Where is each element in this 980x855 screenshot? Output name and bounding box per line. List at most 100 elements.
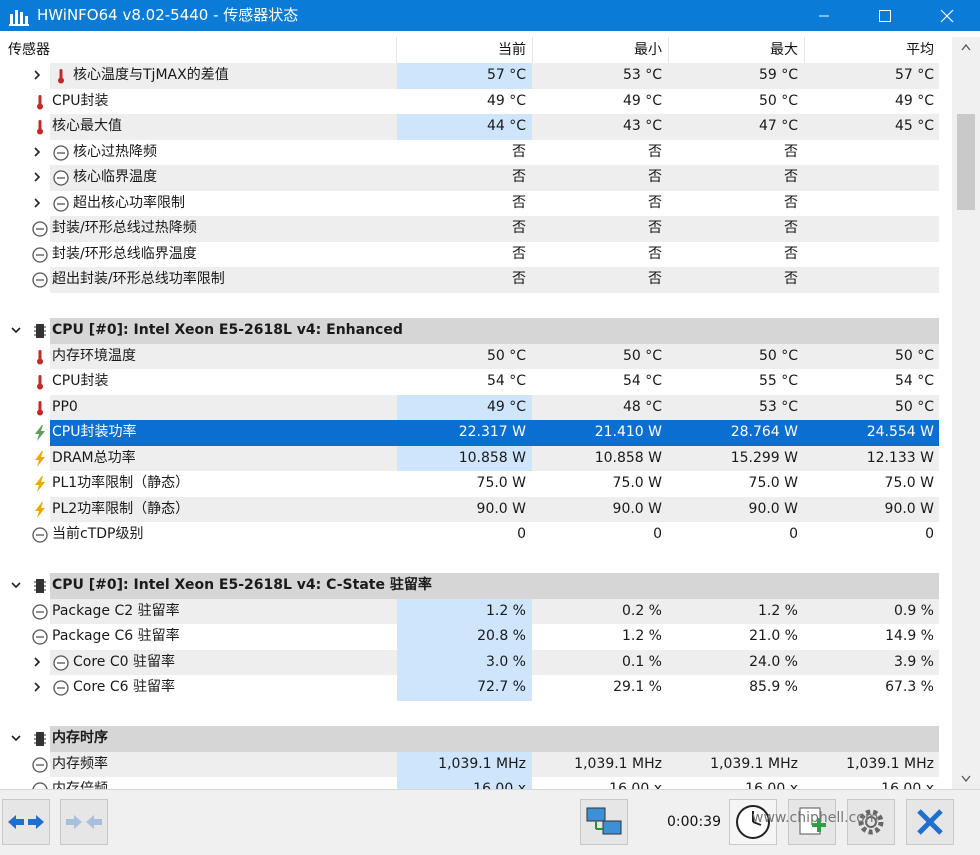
value-min: 1,039.1 MHz xyxy=(574,755,662,772)
value-current: 否 xyxy=(512,220,526,236)
value-current: 50 °C xyxy=(486,347,526,364)
chevron-right-icon[interactable] xyxy=(31,681,43,693)
value-current: 0 xyxy=(517,526,526,542)
value-avg: 0 xyxy=(925,526,934,542)
value-max: 55 °C xyxy=(758,373,798,389)
minimize-button[interactable] xyxy=(801,0,847,31)
row-background xyxy=(50,726,939,752)
chevron-down-icon[interactable] xyxy=(10,579,22,591)
network-button[interactable] xyxy=(580,799,628,845)
move-columns-button[interactable] xyxy=(60,799,108,845)
value-max: 否 xyxy=(784,143,798,160)
sensor-row[interactable]: Package C2 驻留率 1.2 % 0.2 % 1.2 % 0.9 % xyxy=(0,598,952,624)
sensor-group-row[interactable]: CPU [#0]: Intel Xeon E5-2618L v4: C-Stat… xyxy=(0,573,952,599)
value-max: 否 xyxy=(784,271,798,287)
close-sensors-button[interactable] xyxy=(906,799,954,845)
value-min: 否 xyxy=(648,194,662,211)
thermometer-icon xyxy=(31,348,49,366)
value-avg: 24.554 W xyxy=(866,424,934,440)
chevron-right-icon[interactable] xyxy=(31,656,43,668)
sensor-row[interactable]: PP0 49 °C 48 °C 53 °C 50 °C xyxy=(0,394,952,420)
sensor-label: 内存倍频 xyxy=(52,781,108,789)
value-current: 否 xyxy=(512,271,526,287)
sensor-row[interactable]: 内存频率 1,039.1 MHz 1,039.1 MHz 1,039.1 MHz 1,0… xyxy=(0,751,952,777)
chevron-down-icon[interactable] xyxy=(10,732,22,744)
value-current: 75.0 W xyxy=(476,475,526,491)
sensor-label: 核心过热降频 xyxy=(73,143,157,160)
value-avg: 45 °C xyxy=(894,118,934,134)
value-avg xyxy=(805,267,940,293)
close-button[interactable] xyxy=(924,0,970,31)
sensor-row[interactable]: 核心临界温度 否 否 否 xyxy=(0,165,952,191)
value-min: 0 xyxy=(653,526,662,542)
value-current: 否 xyxy=(512,245,526,262)
value-max: 1.2 % xyxy=(757,602,798,619)
sensor-row[interactable]: 内存倍频 16.00 x 16.00 x 16.00 x 16.00 x xyxy=(0,777,952,789)
chevron-right-icon[interactable] xyxy=(31,171,43,183)
value-current: 否 xyxy=(512,194,526,211)
value-min: 否 xyxy=(648,169,662,185)
sensor-row[interactable]: 封装/环形总线临界温度 否 否 否 xyxy=(0,242,952,268)
sensor-row[interactable]: Package C6 驻留率 20.8 % 1.2 % 21.0 % 14.9 % xyxy=(0,624,952,650)
sensor-row[interactable]: PL2功率限制（静态） 90.0 W 90.0 W 90.0 W 90.0 W xyxy=(0,496,952,522)
column-header-avg[interactable]: 平均 xyxy=(805,37,940,63)
chevron-right-icon[interactable] xyxy=(31,197,43,209)
value-avg: 67.3 % xyxy=(885,679,934,695)
chip-icon xyxy=(34,579,46,593)
collapse-expand-button[interactable] xyxy=(2,799,50,845)
scroll-up-icon[interactable] xyxy=(961,43,971,51)
hwinfo-sensor-window: HWiNFO64 v8.02-5440 - 传感器状态 传感器 当前 最小 最大… xyxy=(0,0,980,855)
column-header-sensor[interactable]: 传感器 xyxy=(0,37,396,63)
sensor-row[interactable]: 当前cTDP级别 0 0 0 0 xyxy=(0,522,952,548)
value-avg: 54 °C xyxy=(894,373,934,389)
sensor-row[interactable]: 超出封装/环形总线功率限制 否 否 否 xyxy=(0,267,952,293)
sensor-row[interactable]: CPU封装 54 °C 54 °C 55 °C 54 °C xyxy=(0,369,952,395)
right-left-arrows-icon xyxy=(66,815,102,829)
sensor-row[interactable]: 内存环境温度 50 °C 50 °C 50 °C 50 °C xyxy=(0,343,952,369)
sensor-row[interactable]: DRAM总功率 10.858 W 10.858 W 15.299 W 12.133 W xyxy=(0,445,952,471)
clock-icon xyxy=(52,195,70,213)
maximize-button[interactable] xyxy=(862,0,908,31)
chevron-right-icon[interactable] xyxy=(31,69,43,81)
group-label: CPU [#0]: Intel Xeon E5-2618L v4: C-Stat… xyxy=(52,577,432,593)
value-min: 否 xyxy=(648,271,662,287)
value-max: 47 °C xyxy=(758,118,798,134)
group-label: 内存时序 xyxy=(52,730,108,746)
chevron-down-icon[interactable] xyxy=(10,324,22,336)
chevron-right-icon[interactable] xyxy=(31,146,43,158)
sensor-row[interactable]: 核心过热降频 否 否 否 xyxy=(0,140,952,166)
spacer-row xyxy=(0,548,952,574)
value-max: 否 xyxy=(784,220,798,236)
sensor-group-row[interactable]: CPU [#0]: Intel Xeon E5-2618L v4: Enhanc… xyxy=(0,318,952,344)
column-header-max[interactable]: 最大 xyxy=(669,37,804,63)
value-current: 90.0 W xyxy=(476,500,526,517)
value-avg: 50 °C xyxy=(894,398,934,415)
sensor-row[interactable]: 超出核心功率限制 否 否 否 xyxy=(0,191,952,217)
sensor-row[interactable]: CPU封装 49 °C 49 °C 50 °C 49 °C xyxy=(0,89,952,115)
value-max: 75.0 W xyxy=(748,475,798,491)
value-avg: 14.9 % xyxy=(885,628,934,644)
value-min: 1.2 % xyxy=(621,628,662,644)
sensor-row[interactable]: PL1功率限制（静态） 75.0 W 75.0 W 75.0 W 75.0 W xyxy=(0,471,952,497)
sensor-row[interactable]: CPU封装功率 22.317 W 21.410 W 28.764 W 24.554 W xyxy=(0,420,952,446)
value-max: 59 °C xyxy=(758,67,798,83)
vertical-scrollbar[interactable] xyxy=(952,37,980,789)
sensor-row[interactable]: Core C6 驻留率 72.7 % 29.1 % 85.9 % 67.3 % xyxy=(0,675,952,701)
column-header-min[interactable]: 最小 xyxy=(533,37,668,63)
value-min: 48 °C xyxy=(622,398,662,415)
value-min: 53 °C xyxy=(622,67,662,83)
scroll-down-icon[interactable] xyxy=(961,775,971,783)
sensor-list[interactable]: 核心温度与TjMAX的差值 57 °C 53 °C 59 °C 57 °C CPU封装 49… xyxy=(0,63,952,789)
sensor-row[interactable]: 封装/环形总线过热降频 否 否 否 xyxy=(0,216,952,242)
sensor-group-row[interactable]: 内存时序 xyxy=(0,726,952,752)
value-current: 否 xyxy=(512,169,526,185)
chip-icon xyxy=(34,324,46,338)
sensor-row[interactable]: 核心温度与TjMAX的差值 57 °C 53 °C 59 °C 57 °C xyxy=(0,63,952,89)
column-header-current[interactable]: 当前 xyxy=(397,37,532,63)
network-computers-icon xyxy=(586,807,622,835)
sensor-row[interactable]: 核心最大值 44 °C 43 °C 47 °C 45 °C xyxy=(0,114,952,140)
clock-icon xyxy=(31,603,49,621)
value-avg: 1,039.1 MHz xyxy=(846,755,934,772)
scrollbar-thumb[interactable] xyxy=(957,114,975,210)
sensor-row[interactable]: Core C0 驻留率 3.0 % 0.1 % 24.0 % 3.9 % xyxy=(0,649,952,675)
